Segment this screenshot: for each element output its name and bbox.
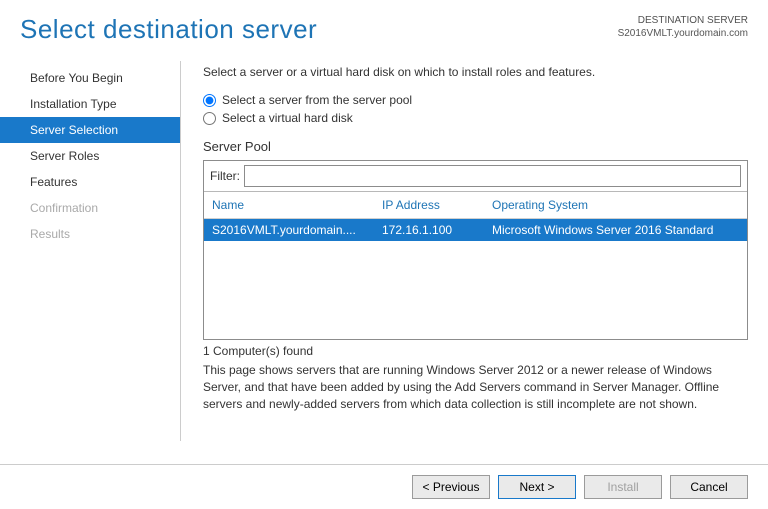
radio-vhd-input[interactable] xyxy=(203,112,216,125)
next-button[interactable]: Next > xyxy=(498,475,576,499)
destination-server-label: DESTINATION SERVER xyxy=(618,14,748,27)
nav-item-features[interactable]: Features xyxy=(0,169,180,195)
page-title: Select destination server xyxy=(20,14,317,45)
install-button: Install xyxy=(584,475,662,499)
nav-item-installation-type[interactable]: Installation Type xyxy=(0,91,180,117)
divider xyxy=(180,61,181,441)
col-header-name[interactable]: Name xyxy=(212,198,382,212)
column-headers: Name IP Address Operating System xyxy=(204,192,747,219)
table-row[interactable]: S2016VMLT.yourdomain....172.16.1.100Micr… xyxy=(204,219,747,241)
wizard-nav: Before You BeginInstallation TypeServer … xyxy=(0,61,180,449)
cell-name: S2016VMLT.yourdomain.... xyxy=(212,223,382,237)
col-header-ip[interactable]: IP Address xyxy=(382,198,492,212)
radio-vhd-label: Select a virtual hard disk xyxy=(222,111,353,125)
cell-ip: 172.16.1.100 xyxy=(382,223,492,237)
nav-item-confirmation: Confirmation xyxy=(0,195,180,221)
server-pool-box: Filter: Name IP Address Operating System… xyxy=(203,160,748,340)
cell-os: Microsoft Windows Server 2016 Standard xyxy=(492,223,739,237)
radio-vhd[interactable]: Select a virtual hard disk xyxy=(203,111,748,125)
radio-server-pool-input[interactable] xyxy=(203,94,216,107)
filter-row: Filter: xyxy=(204,161,747,192)
computers-found: 1 Computer(s) found xyxy=(203,344,748,358)
server-list[interactable]: S2016VMLT.yourdomain....172.16.1.100Micr… xyxy=(204,219,747,339)
wizard-footer: < Previous Next > Install Cancel xyxy=(0,464,768,509)
cancel-button[interactable]: Cancel xyxy=(670,475,748,499)
nav-item-server-selection[interactable]: Server Selection xyxy=(0,117,180,143)
nav-item-before-you-begin[interactable]: Before You Begin xyxy=(0,65,180,91)
main-panel: Select a server or a virtual hard disk o… xyxy=(185,61,768,449)
radio-server-pool-label: Select a server from the server pool xyxy=(222,93,412,107)
destination-server-value: S2016VMLT.yourdomain.com xyxy=(618,27,748,40)
filter-label: Filter: xyxy=(210,169,240,183)
nav-item-results: Results xyxy=(0,221,180,247)
radio-server-pool[interactable]: Select a server from the server pool xyxy=(203,93,748,107)
server-pool-label: Server Pool xyxy=(203,139,748,154)
instruction-text: Select a server or a virtual hard disk o… xyxy=(203,65,748,79)
destination-server-info: DESTINATION SERVER S2016VMLT.yourdomain.… xyxy=(618,14,748,40)
filter-input[interactable] xyxy=(244,165,741,187)
previous-button[interactable]: < Previous xyxy=(412,475,490,499)
description-text: This page shows servers that are running… xyxy=(203,362,748,412)
destination-type-radio-group: Select a server from the server pool Sel… xyxy=(203,93,748,125)
nav-item-server-roles[interactable]: Server Roles xyxy=(0,143,180,169)
col-header-os[interactable]: Operating System xyxy=(492,198,739,212)
